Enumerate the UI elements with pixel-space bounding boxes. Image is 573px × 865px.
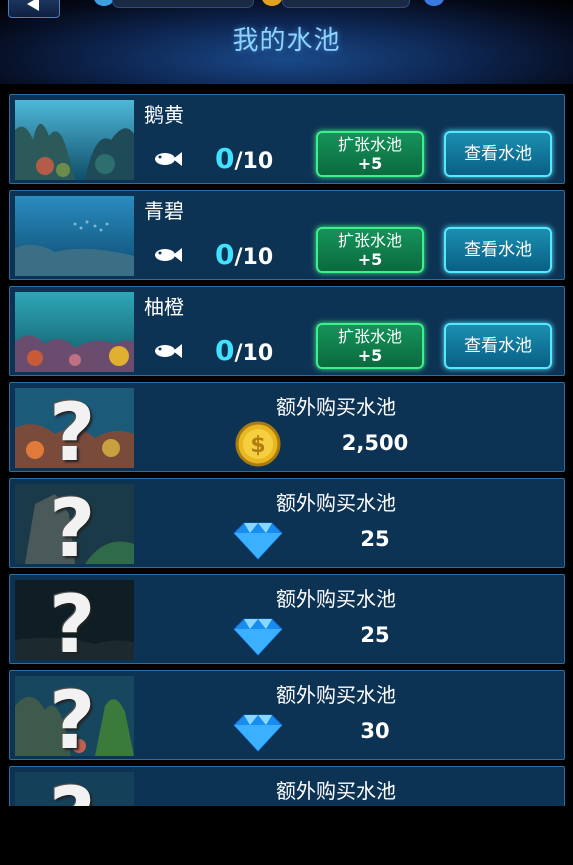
question-mark-icon: ? bbox=[49, 484, 96, 564]
page-title: 我的水池 bbox=[232, 26, 341, 56]
pool-price: 25 bbox=[360, 527, 390, 551]
locked-pool-card[interactable]: ? 额外购买水池 $ 2,500 bbox=[9, 382, 565, 472]
pool-card: 青碧 0/10 扩张水池 +5 查看水池 bbox=[9, 190, 565, 280]
gold-coin-icon bbox=[262, 0, 282, 6]
svg-text:$: $ bbox=[250, 433, 265, 458]
fish-icon bbox=[155, 152, 182, 166]
question-mark-icon: ? bbox=[49, 580, 96, 660]
pool-list[interactable]: 鹅黄 0/10 扩张水池 +5 查看水池 青碧 0/10 扩张水池 +5 查看水… bbox=[9, 94, 565, 806]
pool-price: 25 bbox=[360, 623, 390, 647]
back-arrow-icon bbox=[27, 0, 39, 11]
fish-capacity: /10 bbox=[234, 149, 274, 174]
locked-pool-card[interactable]: ? 额外购买水池 30 bbox=[9, 670, 565, 760]
expand-pool-button[interactable]: 扩张水池 +5 bbox=[316, 323, 424, 369]
view-pool-button[interactable]: 查看水池 bbox=[444, 131, 552, 177]
locked-pool-thumbnail: ? bbox=[15, 676, 134, 756]
fish-current: 0 bbox=[215, 142, 235, 175]
locked-pool-thumbnail: ? bbox=[15, 388, 134, 468]
fish-count: 0/10 bbox=[215, 334, 273, 367]
locked-pool-thumbnail: ? bbox=[15, 772, 134, 806]
diamond-icon bbox=[233, 618, 283, 656]
fish-count: 0/10 bbox=[215, 142, 273, 175]
pool-name: 鹅黄 bbox=[144, 103, 184, 127]
buy-pool-label: 额外购买水池 bbox=[276, 587, 396, 611]
question-mark-icon: ? bbox=[49, 388, 96, 468]
pool-thumbnail bbox=[15, 292, 134, 372]
buy-pool-label: 额外购买水池 bbox=[276, 395, 396, 419]
fish-capacity: /10 bbox=[234, 341, 274, 366]
locked-pool-card[interactable]: ? 额外购买水池 bbox=[9, 766, 565, 806]
diamond-icon bbox=[233, 714, 283, 752]
expand-bonus: +5 bbox=[357, 250, 383, 269]
expand-pool-button[interactable]: 扩张水池 +5 bbox=[316, 131, 424, 177]
fish-capacity: /10 bbox=[234, 245, 274, 270]
pool-name: 柚橙 bbox=[144, 295, 184, 319]
expand-label: 扩张水池 bbox=[337, 327, 402, 346]
buy-pool-label: 额外购买水池 bbox=[276, 779, 396, 803]
pool-price: 30 bbox=[360, 719, 390, 743]
pool-thumbnail bbox=[15, 100, 134, 180]
locked-pool-thumbnail: ? bbox=[15, 484, 134, 564]
expand-label: 扩张水池 bbox=[337, 231, 402, 250]
view-pool-button[interactable]: 查看水池 bbox=[444, 323, 552, 369]
expand-label: 扩张水池 bbox=[337, 135, 402, 154]
back-button[interactable] bbox=[8, 0, 60, 18]
header: 我的水池 bbox=[0, 0, 573, 84]
gold-coin-icon: $ bbox=[235, 421, 281, 467]
diamond-icon bbox=[424, 0, 444, 6]
fish-current: 0 bbox=[215, 238, 235, 271]
pool-name: 青碧 bbox=[144, 199, 184, 223]
fish-count: 0/10 bbox=[215, 238, 273, 271]
expand-bonus: +5 bbox=[357, 154, 383, 173]
question-mark-icon: ? bbox=[49, 676, 96, 756]
buy-pool-label: 额外购买水池 bbox=[276, 491, 396, 515]
currency-icon bbox=[94, 0, 114, 6]
locked-pool-thumbnail: ? bbox=[15, 580, 134, 660]
expand-pool-button[interactable]: 扩张水池 +5 bbox=[316, 227, 424, 273]
buy-pool-label: 额外购买水池 bbox=[276, 683, 396, 707]
pool-card: 鹅黄 0/10 扩张水池 +5 查看水池 bbox=[9, 94, 565, 184]
pool-thumbnail bbox=[15, 196, 134, 276]
fish-icon bbox=[155, 344, 182, 358]
expand-bonus: +5 bbox=[357, 346, 383, 365]
pool-card: 柚橙 0/10 扩张水池 +5 查看水池 bbox=[9, 286, 565, 376]
gold-bar bbox=[282, 0, 410, 8]
locked-pool-card[interactable]: ? 额外购买水池 25 bbox=[9, 478, 565, 568]
question-mark-icon: ? bbox=[49, 772, 95, 806]
currency-bar bbox=[112, 0, 254, 8]
pool-price: 2,500 bbox=[341, 431, 409, 455]
pool-screen: 我的水池 鹅黄 0/10 扩张水池 +5 查看水池 青碧 0/10 扩张水池 +… bbox=[0, 0, 573, 865]
diamond-icon bbox=[233, 522, 283, 560]
fish-current: 0 bbox=[215, 334, 235, 367]
fish-icon bbox=[155, 248, 182, 262]
locked-pool-card[interactable]: ? 额外购买水池 25 bbox=[9, 574, 565, 664]
view-pool-button[interactable]: 查看水池 bbox=[444, 227, 552, 273]
